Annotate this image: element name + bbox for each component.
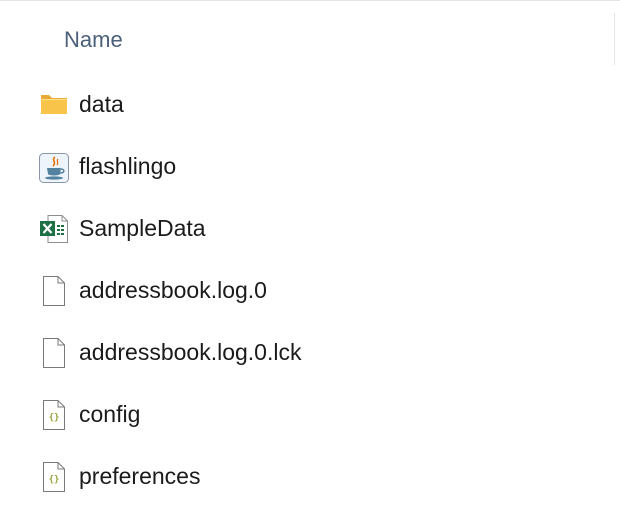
file-name: flashlingo (79, 153, 177, 179)
generic-file-icon (38, 273, 70, 309)
file-row-addressbook-log-lck[interactable]: addressbook.log.0.lck (0, 326, 612, 380)
excel-icon (38, 211, 70, 247)
column-header-bar: Name (0, 1, 620, 77)
file-list-view: Name data flashlingo SampleData addressb… (0, 0, 620, 514)
file-name: SampleData (79, 215, 206, 241)
svg-text:{}: {} (49, 475, 60, 485)
file-name: addressbook.log.0 (79, 277, 267, 303)
file-row-addressbook-log[interactable]: addressbook.log.0 (0, 264, 612, 318)
file-name: addressbook.log.0.lck (79, 339, 302, 365)
file-name: config (79, 401, 141, 427)
file-row-sampledata[interactable]: SampleData (0, 202, 612, 256)
file-row-flashlingo[interactable]: flashlingo (0, 140, 612, 194)
file-row-preferences[interactable]: {} preferences (0, 450, 612, 504)
file-row-data[interactable]: data (0, 78, 612, 132)
file-name: preferences (79, 463, 201, 489)
folder-icon (38, 87, 70, 123)
json-file-icon: {} (38, 459, 70, 495)
name-column-header[interactable]: Name (64, 27, 123, 53)
svg-text:{}: {} (49, 413, 60, 423)
file-row-config[interactable]: {} config (0, 388, 612, 442)
java-icon (38, 149, 70, 185)
json-file-icon: {} (38, 397, 70, 433)
generic-file-icon (38, 335, 70, 371)
file-name: data (79, 91, 124, 117)
column-resize-handle[interactable] (614, 13, 615, 65)
